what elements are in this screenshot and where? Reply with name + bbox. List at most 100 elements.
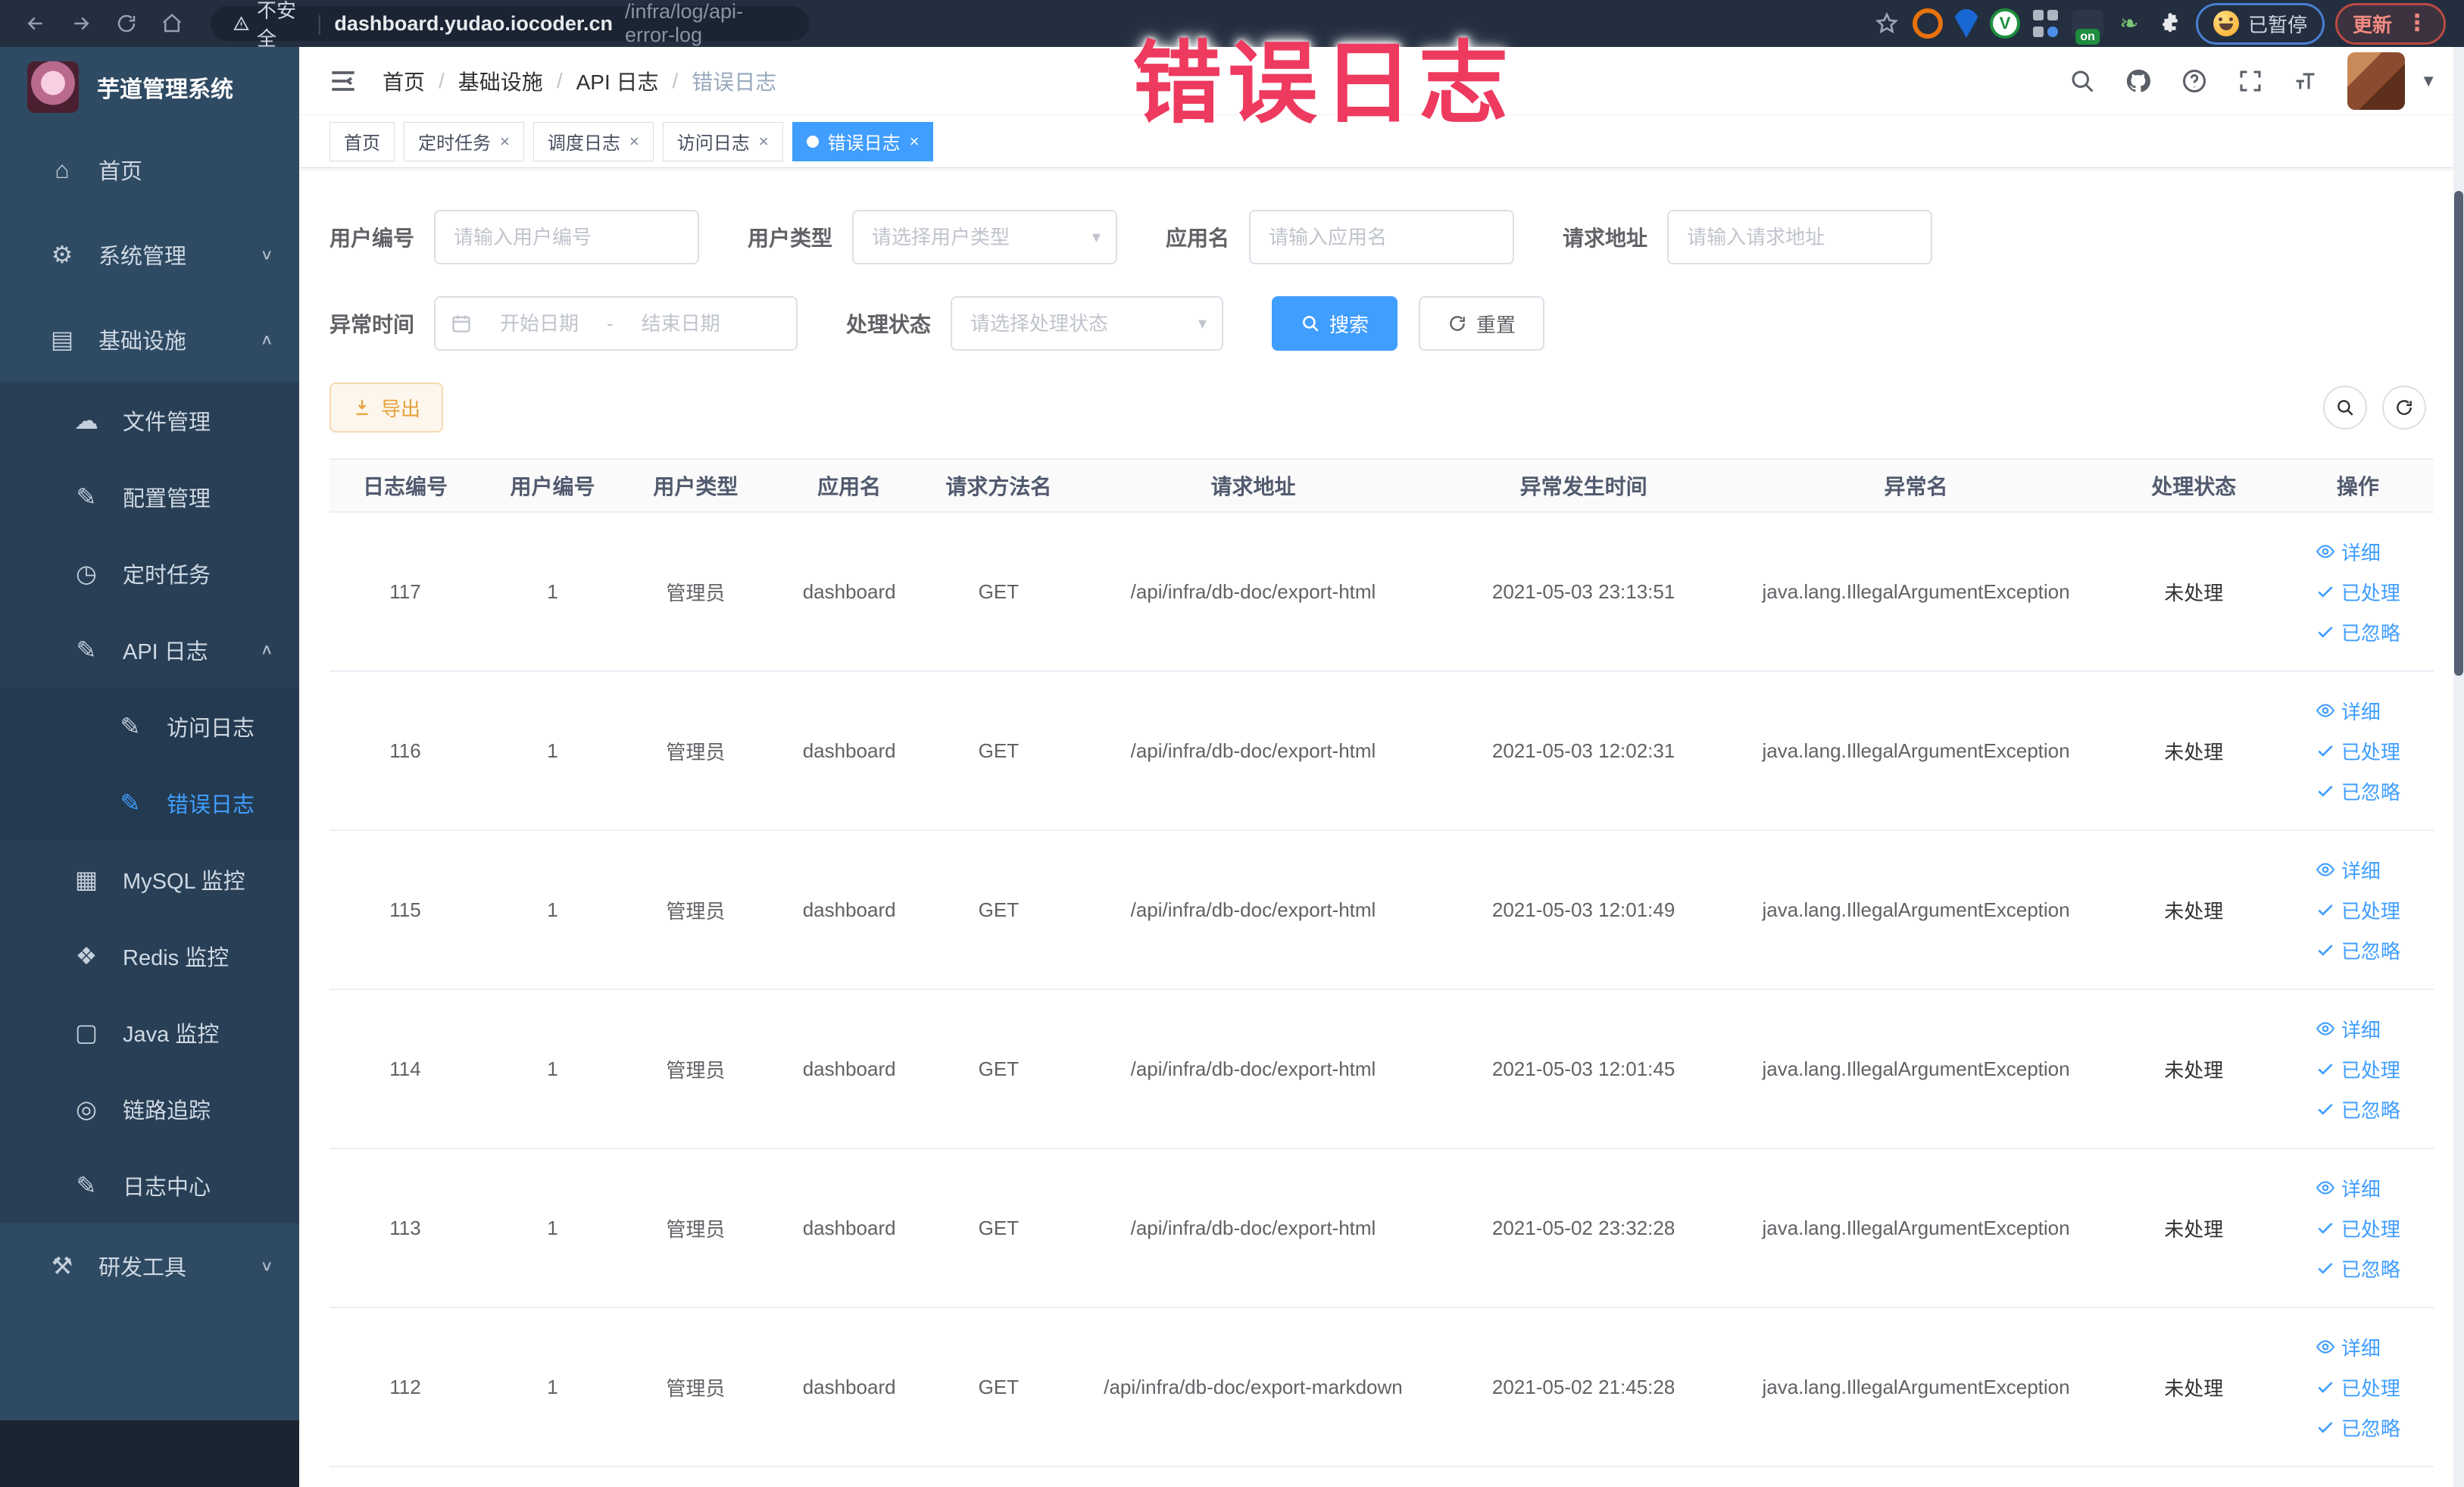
sidebar-item-Redis 监控[interactable]: ❖ Redis 监控	[0, 917, 299, 994]
refresh-table-icon[interactable]	[2382, 386, 2426, 430]
sidebar-item-配置管理[interactable]: ✎ 配置管理	[0, 458, 299, 535]
mark-processed-link[interactable]: 已处理	[2316, 1055, 2400, 1083]
sidebar-item-Java 监控[interactable]: ▢ Java 监控	[0, 994, 299, 1070]
user-id-input[interactable]	[434, 210, 700, 264]
tags-view-tab-首页[interactable]: 首页	[329, 121, 395, 161]
detail-link[interactable]: 详细	[2316, 697, 2381, 725]
close-icon[interactable]: ×	[910, 132, 920, 152]
export-button[interactable]: 导出	[329, 383, 444, 433]
sidebar-item-基础设施[interactable]: ▤ 基础设施 ∧	[0, 297, 299, 382]
mark-ignored-link[interactable]: 已忽略	[2316, 777, 2400, 805]
sidebar-item-label: 链路追踪	[123, 1098, 211, 1123]
table-body: 117 1 管理员 dashboard GET /api/infra/db-do…	[329, 513, 2434, 1467]
sidebar-item-系统管理[interactable]: ⚙ 系统管理 ∨	[0, 212, 299, 297]
mark-processed-link[interactable]: 已处理	[2316, 578, 2400, 606]
sidebar-item-首页[interactable]: ⌂ 首页	[0, 127, 299, 212]
close-icon[interactable]: ×	[759, 132, 769, 152]
scrollbar-thumb[interactable]	[2454, 191, 2463, 676]
tags-view-tab-错误日志[interactable]: 错误日志 ×	[792, 121, 934, 161]
app-name-input[interactable]	[1249, 210, 1515, 264]
bookmark-star-icon[interactable]	[1872, 8, 1902, 39]
detail-link[interactable]: 详细	[2316, 1333, 2381, 1361]
request-url-label: 请求地址	[1563, 226, 1648, 250]
detail-link[interactable]: 详细	[2316, 856, 2381, 884]
hamburger-icon[interactable]	[326, 64, 360, 98]
extension-leaf-icon[interactable]: ❧	[2114, 8, 2144, 39]
check-icon	[2318, 1382, 2333, 1393]
search-icon[interactable]	[2067, 66, 2097, 96]
detail-link[interactable]: 详细	[2316, 1015, 2381, 1043]
edit-icon: ✎	[76, 636, 97, 664]
sidebar-item-文件管理[interactable]: ☁ 文件管理	[0, 382, 299, 458]
tab-label: 定时任务	[418, 133, 491, 154]
extensions-puzzle-icon[interactable]	[2155, 8, 2185, 39]
extension-v-icon[interactable]: V	[1989, 8, 2020, 39]
extension-grid-icon[interactable]	[2031, 8, 2061, 39]
toggle-search-icon[interactable]	[2323, 386, 2367, 430]
request-url-input[interactable]	[1667, 210, 1933, 264]
close-icon[interactable]: ×	[500, 132, 510, 152]
user-avatar[interactable]	[2347, 52, 2406, 110]
breadcrumb-item[interactable]: 首页	[383, 66, 425, 96]
forward-icon[interactable]	[64, 6, 98, 41]
tags-view-tab-访问日志[interactable]: 访问日志 ×	[662, 121, 783, 161]
browser-menu-icon[interactable]: ⋮	[2406, 12, 2428, 35]
close-icon[interactable]: ×	[629, 132, 639, 152]
sidebar-item-访问日志[interactable]: ✎ 访问日志	[0, 688, 299, 764]
mark-processed-link[interactable]: 已处理	[2316, 1214, 2400, 1242]
sidebar-item-错误日志[interactable]: ✎ 错误日志	[0, 764, 299, 841]
tags-view-tab-调度日志[interactable]: 调度日志 ×	[532, 121, 654, 161]
mark-processed-link[interactable]: 已处理	[2316, 737, 2400, 765]
sidebar-item-label: 文件管理	[123, 410, 211, 435]
process-status-select[interactable]	[951, 296, 1224, 351]
reload-icon[interactable]	[109, 6, 144, 41]
sidebar-item-日志中心[interactable]: ✎ 日志中心	[0, 1147, 299, 1223]
page-scrollbar[interactable]	[2453, 47, 2464, 1487]
sidebar-logo[interactable]: 芋道管理系统	[0, 47, 299, 127]
end-date-input[interactable]	[623, 311, 738, 336]
back-icon[interactable]	[18, 6, 53, 41]
mark-ignored-link[interactable]: 已忽略	[2316, 1095, 2400, 1123]
reset-button[interactable]: 重置	[1419, 296, 1545, 351]
home-icon[interactable]	[155, 6, 189, 41]
sidebar-item-MySQL 监控[interactable]: ▦ MySQL 监控	[0, 841, 299, 917]
font-size-icon[interactable]	[2291, 66, 2322, 96]
fullscreen-icon[interactable]	[2235, 66, 2266, 96]
check-icon	[2318, 1064, 2333, 1075]
breadcrumb-item[interactable]: 基础设施	[458, 66, 543, 96]
sidebar-item-研发工具[interactable]: ⚒ 研发工具 ∨	[0, 1223, 299, 1308]
detail-link[interactable]: 详细	[2316, 538, 2381, 566]
cell-exception-time: 2021-05-02 21:45:28	[1491, 1375, 1675, 1398]
chrome-update-button[interactable]: 更新 ⋮	[2334, 2, 2446, 45]
filter-row-2: 异常时间 - 处理状态 ▾	[329, 296, 2434, 351]
mark-processed-link[interactable]: 已处理	[2316, 1373, 2400, 1401]
detail-link[interactable]: 详细	[2316, 1174, 2381, 1202]
user-type-select[interactable]	[852, 210, 1118, 264]
not-secure-warning[interactable]: 不安全	[233, 0, 304, 52]
avatar-caret-icon[interactable]: ▼	[2420, 71, 2437, 91]
mark-ignored-link[interactable]: 已忽略	[2316, 1414, 2400, 1442]
extension-orange-icon[interactable]	[1912, 8, 1943, 39]
sidebar-item-API 日志[interactable]: ✎ API 日志 ∧	[0, 611, 299, 688]
tags-view-tab-定时任务[interactable]: 定时任务 ×	[404, 121, 524, 161]
mark-ignored-link[interactable]: 已忽略	[2316, 618, 2400, 646]
mark-ignored-link[interactable]: 已忽略	[2316, 936, 2400, 964]
chevron-icon: ∧	[260, 331, 273, 348]
extension-shield-icon[interactable]	[1953, 9, 1979, 38]
filter-process-status: 处理状态 ▾	[846, 296, 1224, 351]
profile-paused-badge[interactable]: 已暂停	[2195, 2, 2325, 45]
help-icon[interactable]	[2179, 66, 2209, 96]
address-bar[interactable]: 不安全 | dashboard.yudao.iocoder.cn/infra/l…	[211, 0, 809, 50]
breadcrumb-item[interactable]: API 日志	[576, 66, 659, 96]
sidebar-item-label: Redis 监控	[123, 945, 230, 970]
github-icon[interactable]	[2123, 66, 2153, 96]
date-range-picker[interactable]: -	[434, 296, 798, 351]
start-date-input[interactable]	[482, 311, 597, 336]
mark-ignored-link[interactable]: 已忽略	[2316, 1254, 2400, 1282]
search-button[interactable]: 搜索	[1272, 296, 1398, 351]
sidebar-item-定时任务[interactable]: ◷ 定时任务	[0, 535, 299, 611]
extension-on-icon[interactable]: on	[2071, 10, 2103, 45]
sidebar-item-链路追踪[interactable]: ◎ 链路追踪	[0, 1070, 299, 1147]
cell-request-url: /api/infra/db-doc/export-html	[1130, 898, 1376, 921]
mark-processed-link[interactable]: 已处理	[2316, 896, 2400, 924]
